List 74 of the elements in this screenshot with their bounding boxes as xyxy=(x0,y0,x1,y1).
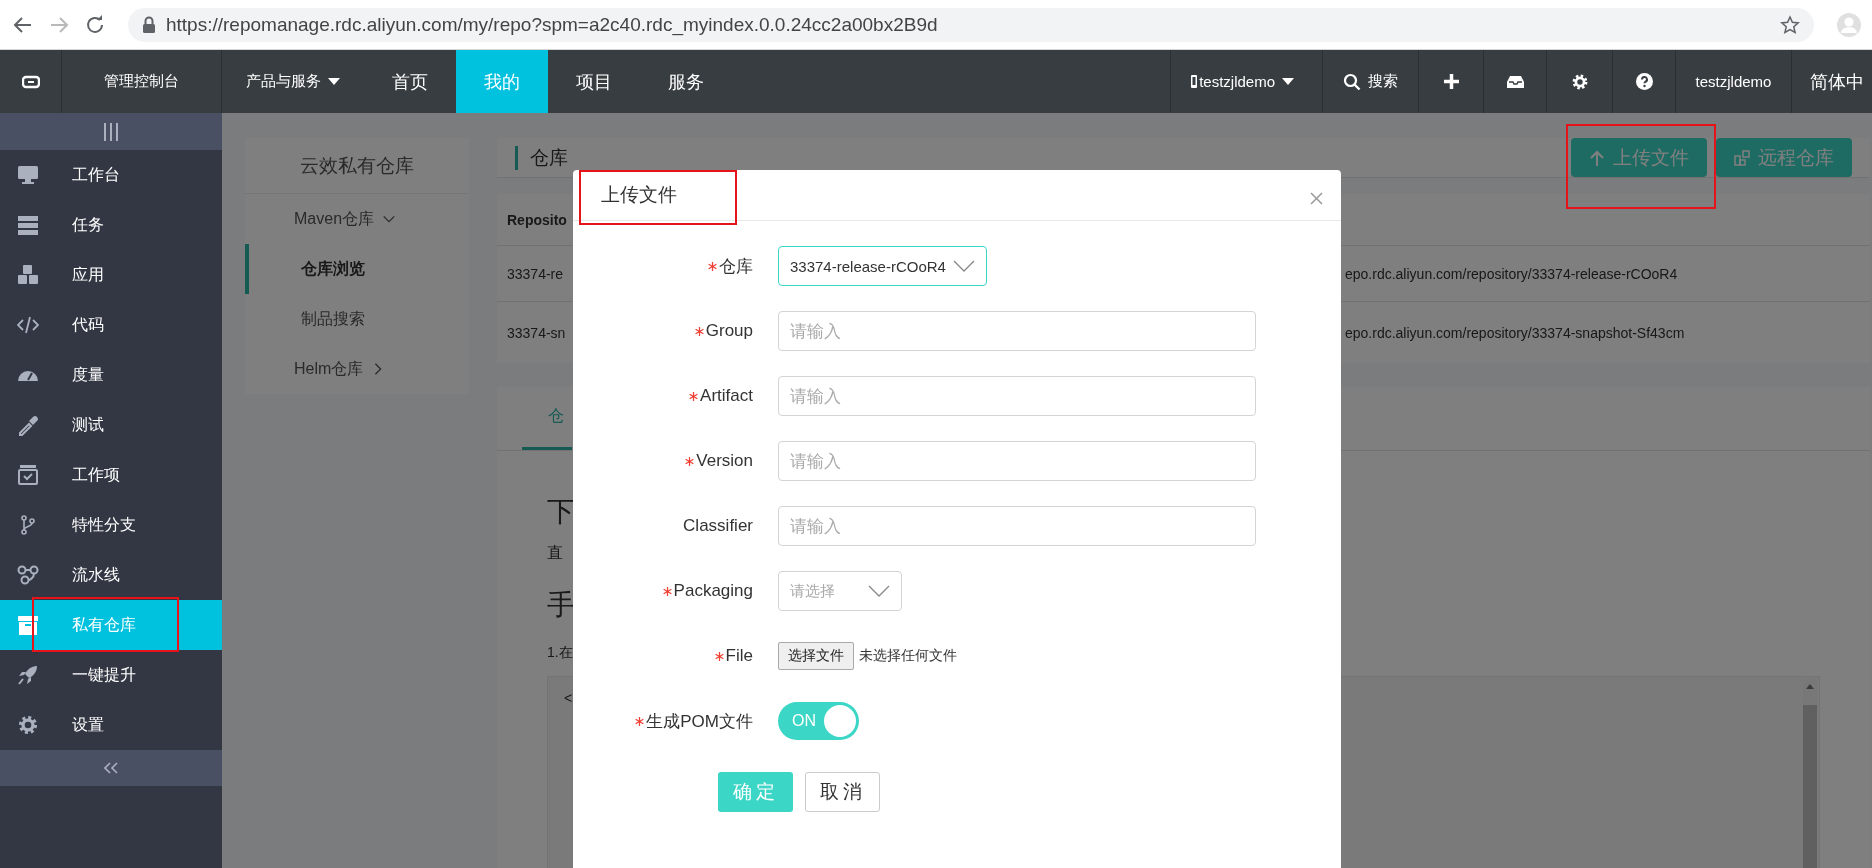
star-icon[interactable] xyxy=(1780,14,1800,35)
field-label: Version xyxy=(696,451,753,471)
squares-icon xyxy=(1734,149,1750,166)
help-icon[interactable] xyxy=(1635,73,1653,90)
nav-group[interactable]: Maven仓库 xyxy=(245,194,469,244)
sidebar-item[interactable]: 一键提升 xyxy=(0,650,222,700)
chevron-down-icon xyxy=(953,260,975,272)
dialog-title: 上传文件 xyxy=(601,183,677,207)
field-label: File xyxy=(725,646,753,666)
table-cell: 33374-sn xyxy=(507,324,566,341)
caret-icon xyxy=(328,77,340,86)
lock-icon xyxy=(142,15,156,34)
menu-dropdown[interactable]: 产品与服务 xyxy=(222,50,364,113)
scroll-up-icon xyxy=(1806,684,1814,689)
add-icon[interactable] xyxy=(1443,74,1459,89)
code-icon xyxy=(17,314,39,336)
field-label: 生成POM文件 xyxy=(646,710,753,733)
rocket-icon xyxy=(17,664,39,686)
sidebar-item[interactable]: 度量 xyxy=(0,350,222,400)
tray-icon xyxy=(17,464,39,486)
step-text: 1.在 xyxy=(547,644,573,662)
field-label: Classifier xyxy=(683,516,753,536)
collapse-icon[interactable] xyxy=(104,762,118,774)
search-icon xyxy=(1343,72,1361,91)
sidebar-item[interactable]: 代码 xyxy=(0,300,222,350)
field-label: Artifact xyxy=(700,386,753,406)
sidebar-item[interactable]: 任务 xyxy=(0,200,222,250)
choose-file-button[interactable]: 选择文件 xyxy=(778,642,854,670)
nav-tab[interactable]: 项目 xyxy=(548,50,640,113)
table-cell: epo.rdc.aliyun.com/repository/33374-snapshot-Sf43cm xyxy=(1345,324,1685,341)
nav-item[interactable]: 制品搜索 xyxy=(245,294,469,344)
menu-icon[interactable] xyxy=(103,122,119,141)
close-icon[interactable] xyxy=(1310,192,1323,205)
sidebar-item[interactable]: 设置 xyxy=(0,700,222,750)
nav-item[interactable]: 仓库浏览 xyxy=(245,244,469,294)
sidebar-item[interactable]: 测试 xyxy=(0,400,222,450)
sidebar-item[interactable]: 工作台 xyxy=(0,150,222,200)
chevron-down-icon xyxy=(868,585,890,597)
field-label: Group xyxy=(705,321,753,341)
caret-icon xyxy=(1282,77,1294,86)
link-icon[interactable] xyxy=(21,74,40,89)
sidebar-item[interactable]: 流水线 xyxy=(0,550,222,600)
sidebar-item[interactable]: 工作项 xyxy=(0,450,222,500)
server-icon xyxy=(17,214,39,236)
gear-icon xyxy=(17,714,39,736)
upload-icon xyxy=(1589,148,1605,167)
cubes-icon xyxy=(17,264,39,286)
nav-group[interactable]: Helm仓库 xyxy=(245,344,469,394)
code-text: < xyxy=(564,691,573,707)
section-heading: 下 xyxy=(547,495,575,529)
settings-icon[interactable] xyxy=(1570,72,1589,91)
select-field[interactable]: 33374-release-rCOoR4 xyxy=(778,246,987,286)
monitor-icon xyxy=(17,164,39,186)
table-cell: 33374-re xyxy=(507,265,564,282)
sidebar-item[interactable]: 应用 xyxy=(0,250,222,300)
device-icon xyxy=(1191,75,1198,88)
panel-title: 云效私有仓库 xyxy=(245,138,469,194)
inbox-icon[interactable] xyxy=(1506,74,1524,89)
dropper-icon xyxy=(17,414,39,436)
reload-icon[interactable] xyxy=(84,13,106,36)
column-header: Reposito xyxy=(507,211,567,228)
box-icon xyxy=(17,614,39,636)
field-label: Packaging xyxy=(673,581,753,601)
nav-tab[interactable]: 首页 xyxy=(364,50,456,113)
section-heading: 手 xyxy=(547,588,575,622)
nav-tab[interactable]: 服务 xyxy=(640,50,732,113)
paragraph: 直 xyxy=(547,543,563,563)
pipeline-icon xyxy=(17,564,39,586)
table-cell: epo.rdc.aliyun.com/repository/33374-release-rCOoR4 xyxy=(1345,265,1678,282)
file-status: 未选择任何文件 xyxy=(859,647,957,665)
sidebar-item[interactable]: 特性分支 xyxy=(0,500,222,550)
page-title: 仓库 xyxy=(515,145,568,170)
field-label: 仓库 xyxy=(719,255,753,278)
cancel-button[interactable]: 取消 xyxy=(805,772,880,812)
